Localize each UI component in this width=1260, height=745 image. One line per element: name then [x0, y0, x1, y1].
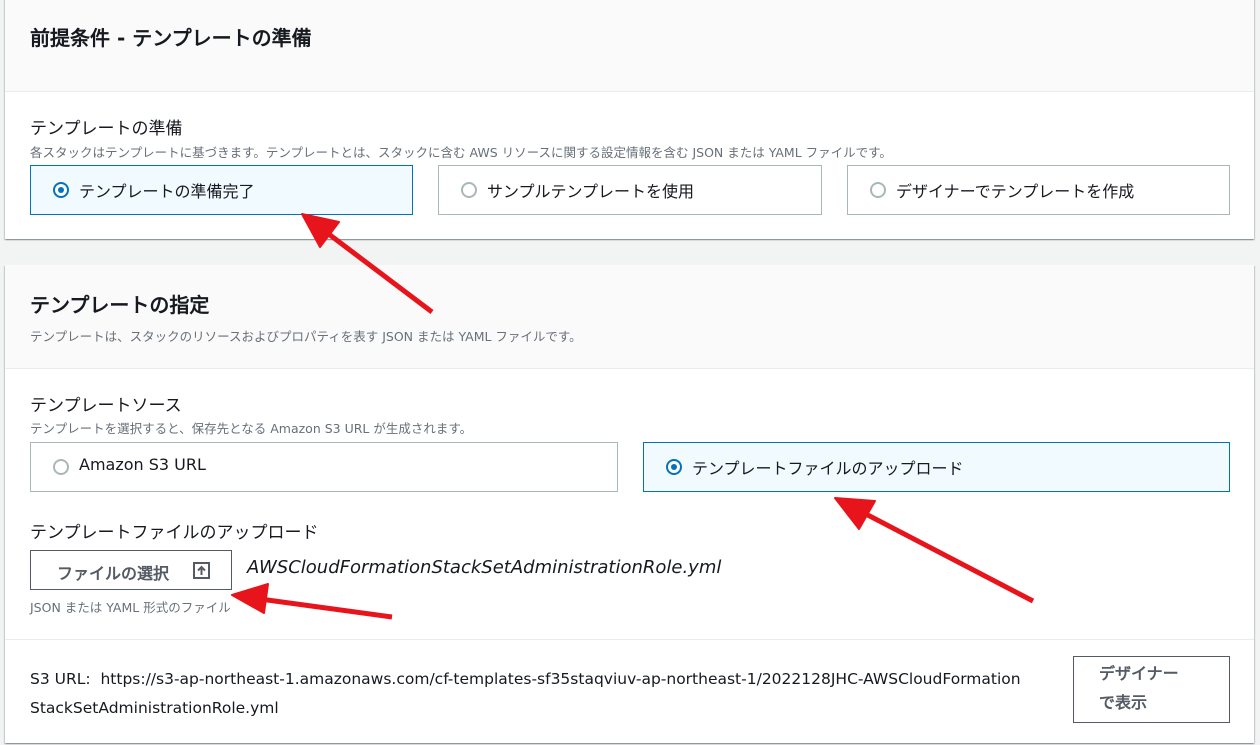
- specify-template-header: テンプレートの指定 テンプレートは、スタックのリソースおよびプロパティを表す J…: [5, 265, 1254, 369]
- upload-icon: [193, 562, 210, 579]
- template-source-description: テンプレートを選択すると、保存先となる Amazon S3 URL が生成されま…: [30, 421, 473, 436]
- tile-amazon-s3-url-label: Amazon S3 URL: [79, 455, 206, 474]
- prepare-template-label: テンプレートの準備: [30, 119, 183, 139]
- s3-url-value-line2: StackSetAdministrationRole.yml: [30, 699, 279, 717]
- s3-url-value-line1: https://s3-ap-northeast-1.amazonaws.com/…: [100, 670, 1021, 688]
- template-source-label: テンプレートソース: [30, 396, 182, 416]
- selected-file-name: AWSCloudFormationStackSetAdministrationR…: [247, 557, 722, 578]
- prereq-panel: 前提条件 - テンプレートの準備 テンプレートの準備 各スタックはテンプレートに…: [5, 0, 1254, 239]
- radio-create-in-designer[interactable]: [870, 182, 886, 198]
- prereq-title: 前提条件 - テンプレートの準備: [30, 26, 312, 50]
- specify-template-panel: テンプレートの指定 テンプレートは、スタックのリソースおよびプロパティを表す J…: [5, 265, 1254, 743]
- prereq-panel-header: 前提条件 - テンプレートの準備: [5, 0, 1254, 92]
- specify-template-subtitle: テンプレートは、スタックのリソースおよびプロパティを表す JSON または YA…: [30, 329, 582, 344]
- s3-url-text: S3 URL: https://s3-ap-northeast-1.amazon…: [30, 665, 1021, 723]
- view-in-designer-line1: デザイナー: [1099, 664, 1179, 683]
- radio-template-ready[interactable]: [53, 182, 69, 198]
- divider: [5, 639, 1254, 640]
- tile-use-sample-template[interactable]: サンプルテンプレートを使用: [438, 165, 822, 215]
- upload-template-file-label: テンプレートファイルのアップロード: [30, 523, 319, 543]
- tile-upload-template-file[interactable]: テンプレートファイルのアップロード: [643, 442, 1230, 492]
- view-in-designer-button[interactable]: デザイナー で表示: [1073, 656, 1230, 723]
- radio-use-sample-template[interactable]: [461, 182, 477, 198]
- tile-create-in-designer-label: デザイナーでテンプレートを作成: [896, 182, 1135, 201]
- tile-upload-template-file-label: テンプレートファイルのアップロード: [692, 459, 964, 478]
- tile-template-ready-label: テンプレートの準備完了: [79, 182, 255, 201]
- file-format-hint: JSON または YAML 形式のファイル: [30, 600, 231, 615]
- specify-template-title: テンプレートの指定: [30, 293, 210, 317]
- prepare-template-description: 各スタックはテンプレートに基づきます。テンプレートとは、スタックに含む AWS …: [30, 145, 892, 160]
- choose-file-button-label: ファイルの選択: [57, 564, 170, 583]
- view-in-designer-line2: で表示: [1099, 693, 1148, 712]
- tile-create-in-designer[interactable]: デザイナーでテンプレートを作成: [847, 165, 1230, 215]
- s3-url-label: S3 URL:: [30, 670, 91, 688]
- tile-use-sample-template-label: サンプルテンプレートを使用: [487, 182, 695, 201]
- tile-template-ready[interactable]: テンプレートの準備完了: [30, 165, 413, 215]
- radio-amazon-s3-url[interactable]: [53, 459, 69, 475]
- radio-upload-template-file[interactable]: [666, 459, 682, 475]
- choose-file-button[interactable]: ファイルの選択: [30, 550, 232, 590]
- tile-amazon-s3-url[interactable]: Amazon S3 URL: [30, 442, 618, 492]
